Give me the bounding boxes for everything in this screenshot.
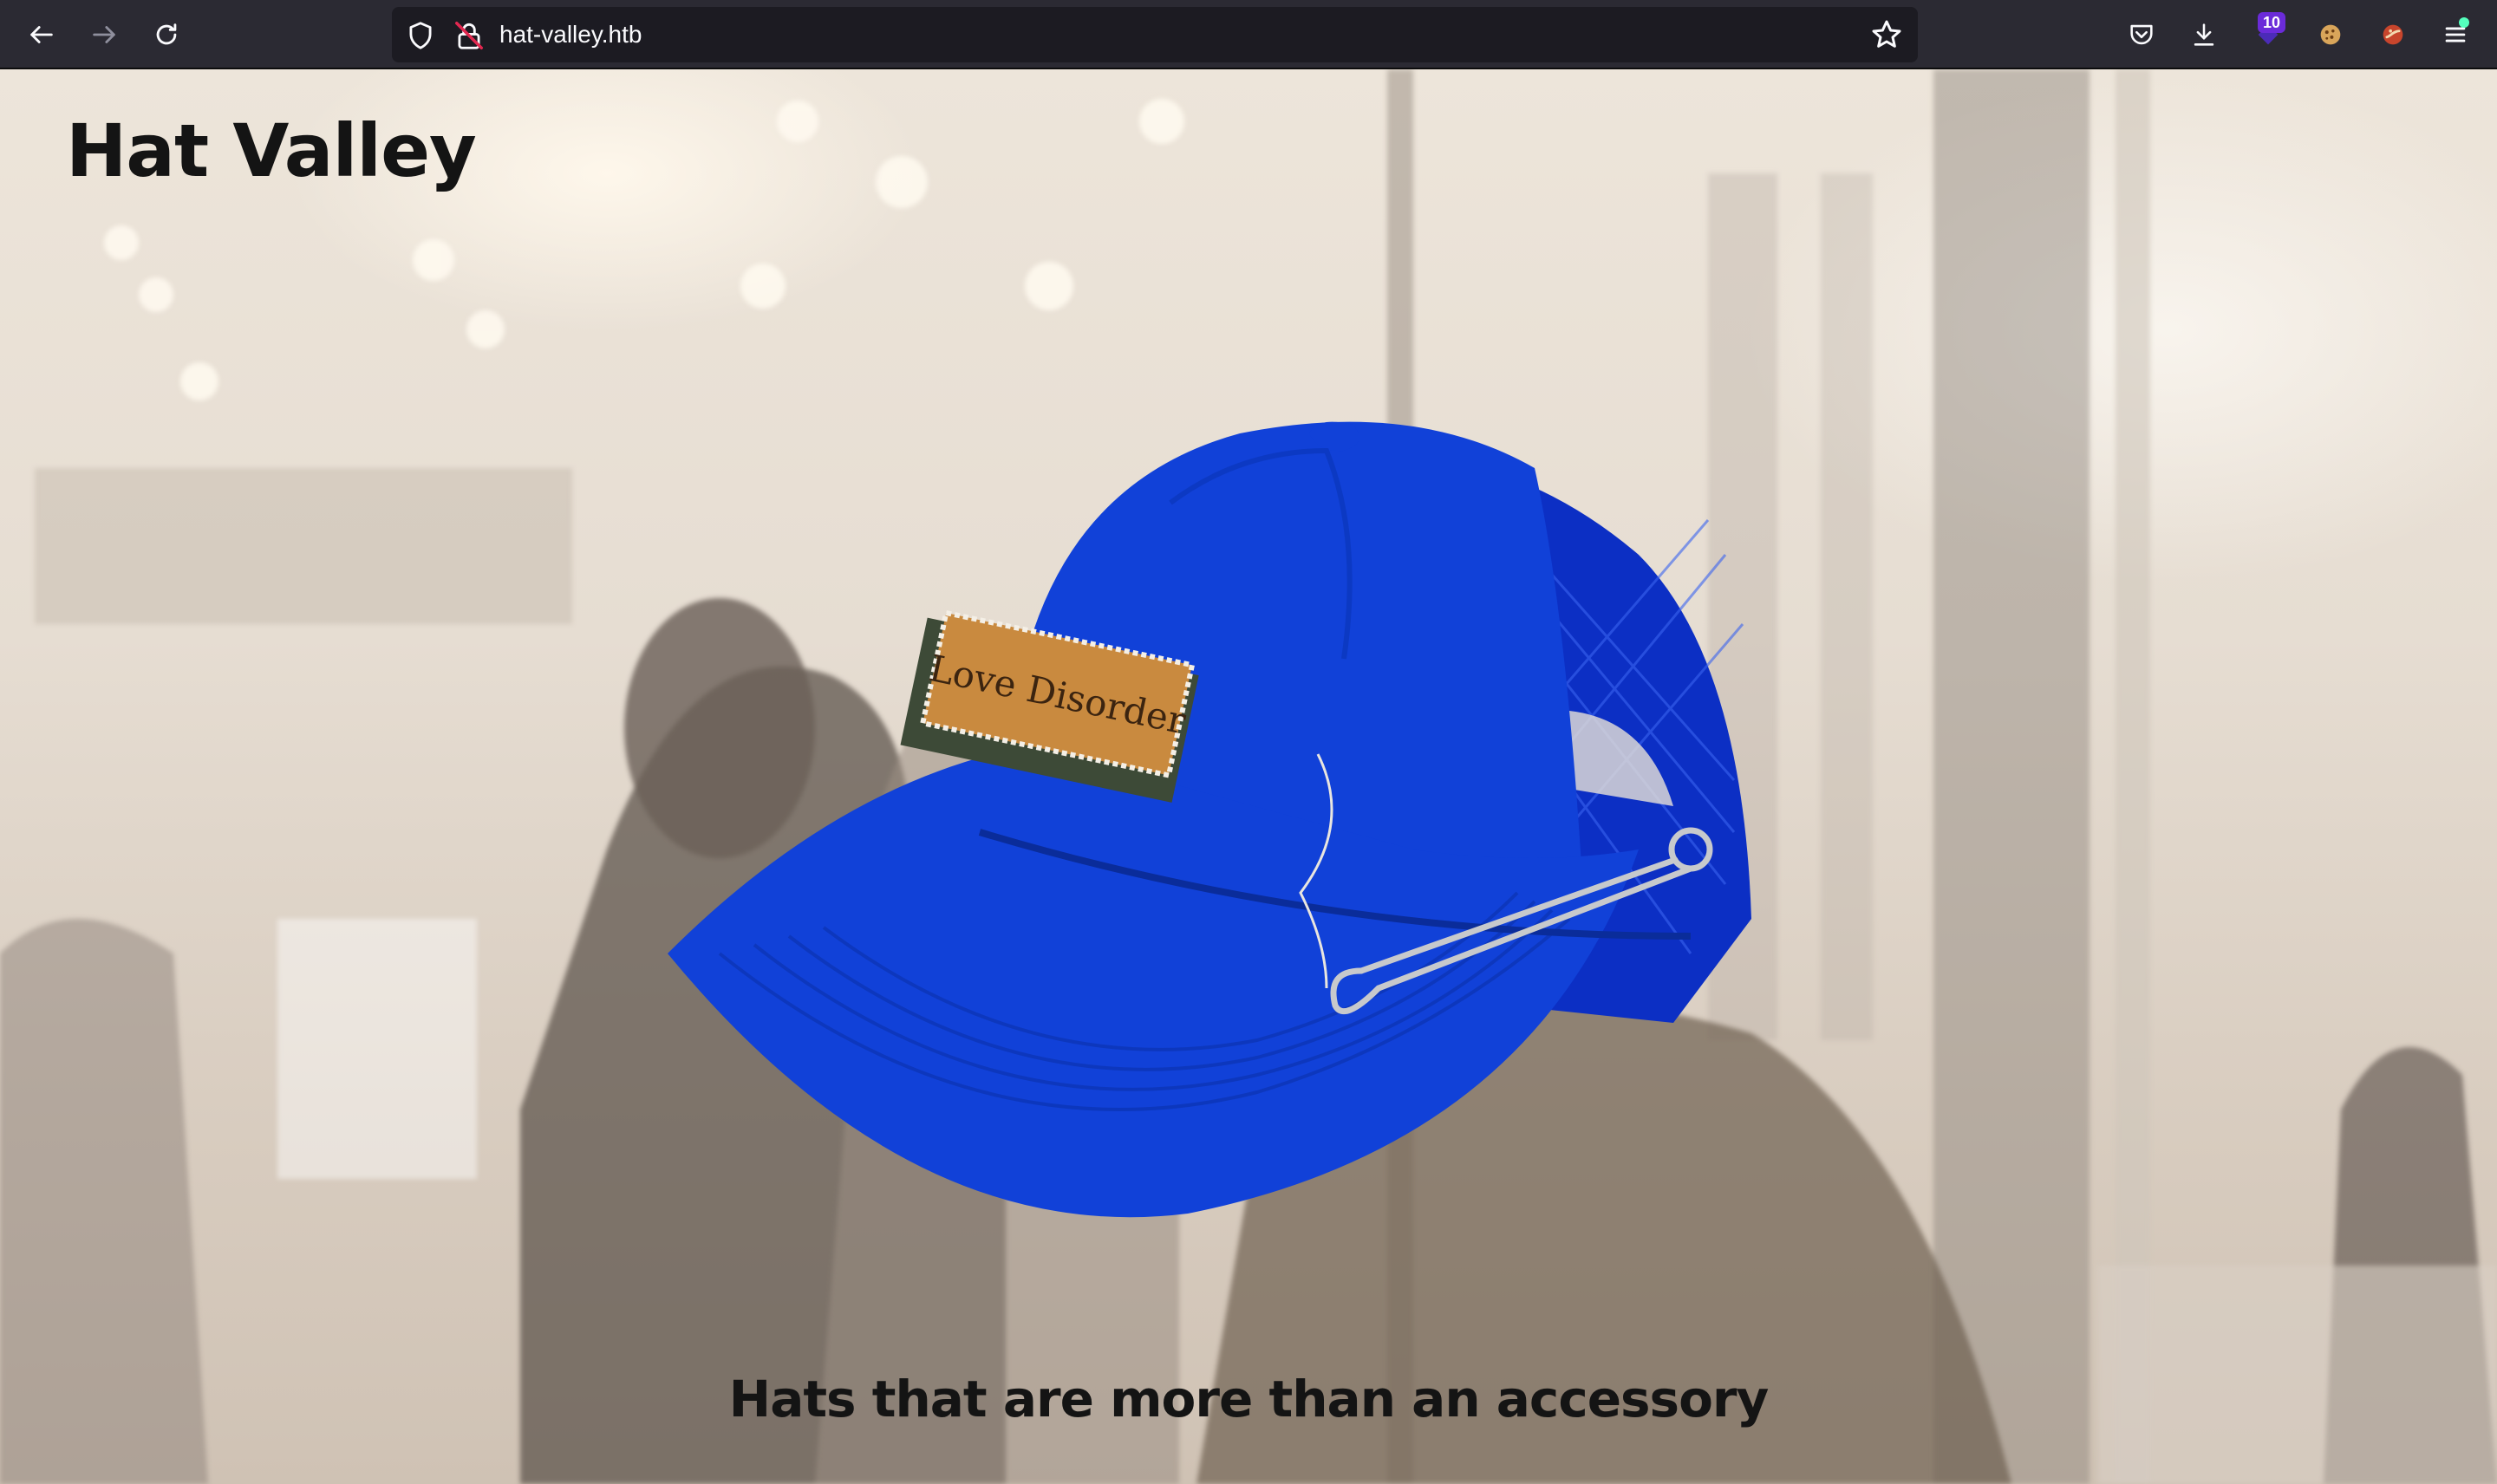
address-bar[interactable]: hat-valley.htb xyxy=(392,7,1918,62)
extension-badge-count: 10 xyxy=(2258,12,2285,33)
page-title: Hat Valley xyxy=(66,108,477,193)
reload-button[interactable] xyxy=(146,14,187,55)
back-button[interactable] xyxy=(21,14,62,55)
cookie-extension-button[interactable] xyxy=(2310,14,2351,55)
back-arrow-icon xyxy=(30,26,53,43)
pocket-icon xyxy=(2130,24,2153,45)
pocket-button[interactable] xyxy=(2121,14,2162,55)
hero-hat-image: Love Disorder xyxy=(668,421,1751,1218)
page-content: Hat Valley Love Disorder Hats that are m… xyxy=(0,69,2497,1484)
star-icon[interactable] xyxy=(1869,17,1904,52)
extension-icon xyxy=(2383,24,2403,45)
cookie-icon xyxy=(2320,24,2341,45)
menu-button[interactable] xyxy=(2435,14,2476,55)
forward-arrow-icon xyxy=(93,26,115,43)
update-notification-dot xyxy=(2459,17,2469,28)
browser-toolbar: hat-valley.htb 10 xyxy=(0,0,2497,69)
download-icon xyxy=(2194,23,2214,46)
forward-button[interactable] xyxy=(83,14,125,55)
tagline: Hats that are more than an accessory xyxy=(728,1370,1770,1429)
reload-icon xyxy=(156,23,177,45)
insecure-lock-icon[interactable] xyxy=(453,19,486,52)
url-text[interactable]: hat-valley.htb xyxy=(499,7,642,62)
shield-icon[interactable] xyxy=(404,19,437,52)
downloads-button[interactable] xyxy=(2183,14,2225,55)
extension-button[interactable] xyxy=(2372,14,2414,55)
